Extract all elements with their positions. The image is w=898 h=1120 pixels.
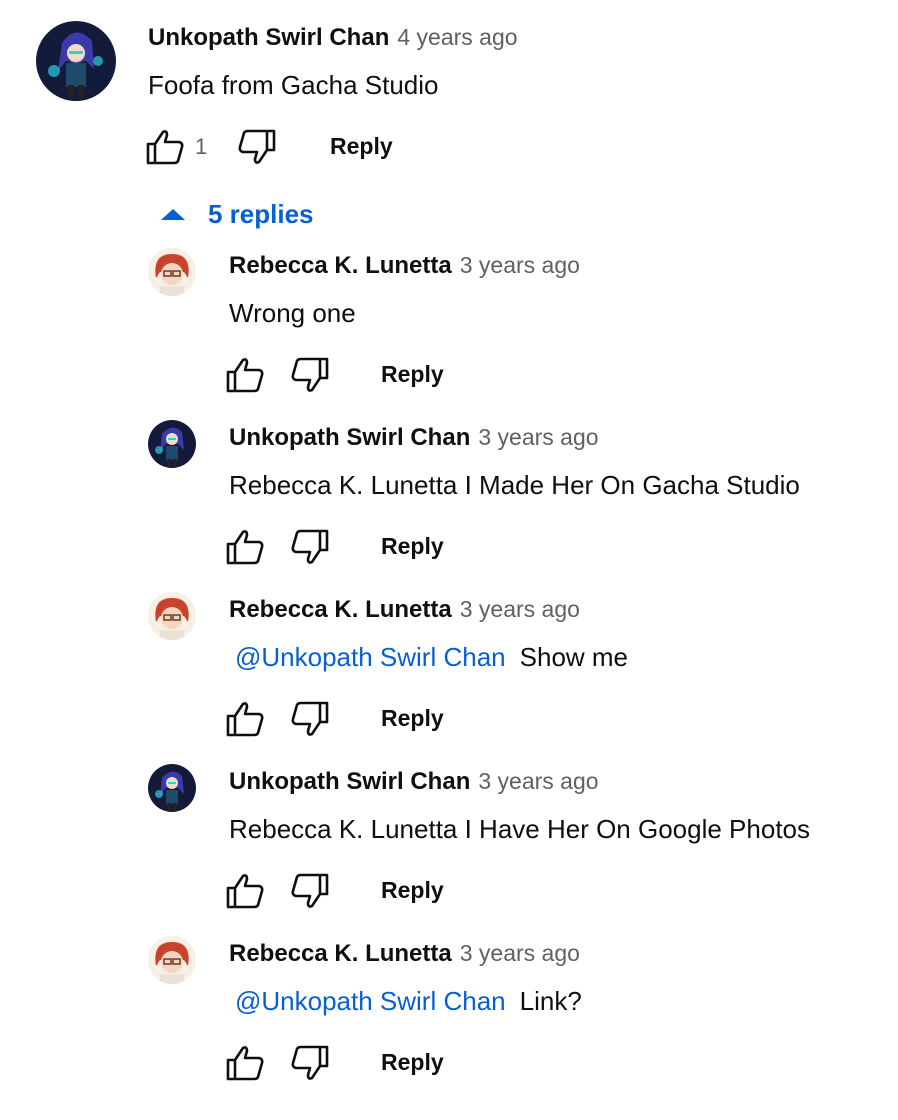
- reply-text-body: Rebecca K. Lunetta I Made Her On Gacha S…: [229, 470, 800, 500]
- reply-text-body: Show me: [519, 642, 629, 672]
- thumbs-up-icon: [145, 128, 185, 166]
- dislike-button[interactable]: [290, 528, 330, 566]
- reply-author[interactable]: Rebecca K. Lunetta: [229, 252, 452, 279]
- dislike-button[interactable]: [237, 128, 277, 166]
- reply-button[interactable]: Reply: [381, 361, 444, 388]
- reply-author[interactable]: Rebecca K. Lunetta: [229, 940, 452, 967]
- red-hair-avatar-icon: [148, 592, 196, 640]
- reply-mention-link[interactable]: @Unkopath Swirl Chan: [235, 986, 506, 1016]
- thumbs-down-icon: [290, 356, 330, 394]
- avatar[interactable]: [148, 936, 196, 984]
- avatar[interactable]: [148, 764, 196, 812]
- dislike-button[interactable]: [290, 1044, 330, 1082]
- avatar[interactable]: [148, 420, 196, 468]
- reply-text: @Unkopath Swirl Chan Show me: [235, 642, 628, 673]
- reply-author[interactable]: Rebecca K. Lunetta: [229, 596, 452, 623]
- reply-button[interactable]: Reply: [381, 533, 444, 560]
- gacha-avatar-icon: [148, 764, 196, 812]
- caret-up-icon: [160, 207, 186, 221]
- gacha-avatar-icon: [36, 21, 116, 101]
- comment-timestamp[interactable]: 4 years ago: [397, 24, 517, 50]
- reply-timestamp[interactable]: 3 years ago: [460, 252, 580, 278]
- gacha-avatar-icon: [148, 420, 196, 468]
- comment-author[interactable]: Unkopath Swirl Chan: [148, 24, 389, 51]
- thumbs-up-icon: [225, 872, 265, 910]
- reply-text-body: Rebecca K. Lunetta I Have Her On Google …: [229, 814, 811, 844]
- like-count: 1: [195, 134, 208, 159]
- thumbs-down-icon: [290, 1044, 330, 1082]
- thumbs-down-icon: [290, 528, 330, 566]
- reply-button[interactable]: Reply: [330, 133, 393, 160]
- thumbs-down-icon: [290, 700, 330, 738]
- replies-toggle-label: 5 replies: [208, 198, 314, 229]
- like-button[interactable]: [225, 1044, 265, 1082]
- reply-text: Rebecca K. Lunetta I Have Her On Google …: [229, 814, 810, 845]
- reply-author[interactable]: Unkopath Swirl Chan: [229, 424, 470, 451]
- reply-timestamp[interactable]: 3 years ago: [478, 424, 598, 450]
- reply-button[interactable]: Reply: [381, 705, 444, 732]
- thumbs-up-icon: [225, 528, 265, 566]
- red-hair-avatar-icon: [148, 248, 196, 296]
- replies-toggle[interactable]: 5 replies: [160, 198, 314, 230]
- reply-author[interactable]: Unkopath Swirl Chan: [229, 768, 470, 795]
- comment-text: Foofa from Gacha Studio: [148, 70, 439, 100]
- reply-text-body: Link?: [519, 986, 582, 1016]
- like-button[interactable]: [145, 128, 185, 166]
- reply-timestamp[interactable]: 3 years ago: [460, 596, 580, 622]
- reply-button[interactable]: Reply: [381, 877, 444, 904]
- thumbs-up-icon: [225, 700, 265, 738]
- thumbs-down-icon: [290, 872, 330, 910]
- avatar[interactable]: [36, 21, 116, 101]
- thumbs-up-icon: [225, 1044, 265, 1082]
- reply-button[interactable]: Reply: [381, 1049, 444, 1076]
- like-button[interactable]: [225, 356, 265, 394]
- reply-text: Wrong one: [229, 298, 356, 329]
- like-button[interactable]: [225, 528, 265, 566]
- like-button[interactable]: [225, 872, 265, 910]
- thumbs-down-icon: [237, 128, 277, 166]
- avatar[interactable]: [148, 248, 196, 296]
- avatar[interactable]: [148, 592, 196, 640]
- reply-text: Rebecca K. Lunetta I Made Her On Gacha S…: [229, 470, 800, 501]
- like-button[interactable]: [225, 700, 265, 738]
- reply-timestamp[interactable]: 3 years ago: [460, 940, 580, 966]
- reply-text: @Unkopath Swirl Chan Link?: [235, 986, 582, 1017]
- reply-text-body: Wrong one: [229, 298, 356, 328]
- reply-mention-link[interactable]: @Unkopath Swirl Chan: [235, 642, 506, 672]
- red-hair-avatar-icon: [148, 936, 196, 984]
- reply-timestamp[interactable]: 3 years ago: [478, 768, 598, 794]
- thumbs-up-icon: [225, 356, 265, 394]
- dislike-button[interactable]: [290, 700, 330, 738]
- dislike-button[interactable]: [290, 872, 330, 910]
- dislike-button[interactable]: [290, 356, 330, 394]
